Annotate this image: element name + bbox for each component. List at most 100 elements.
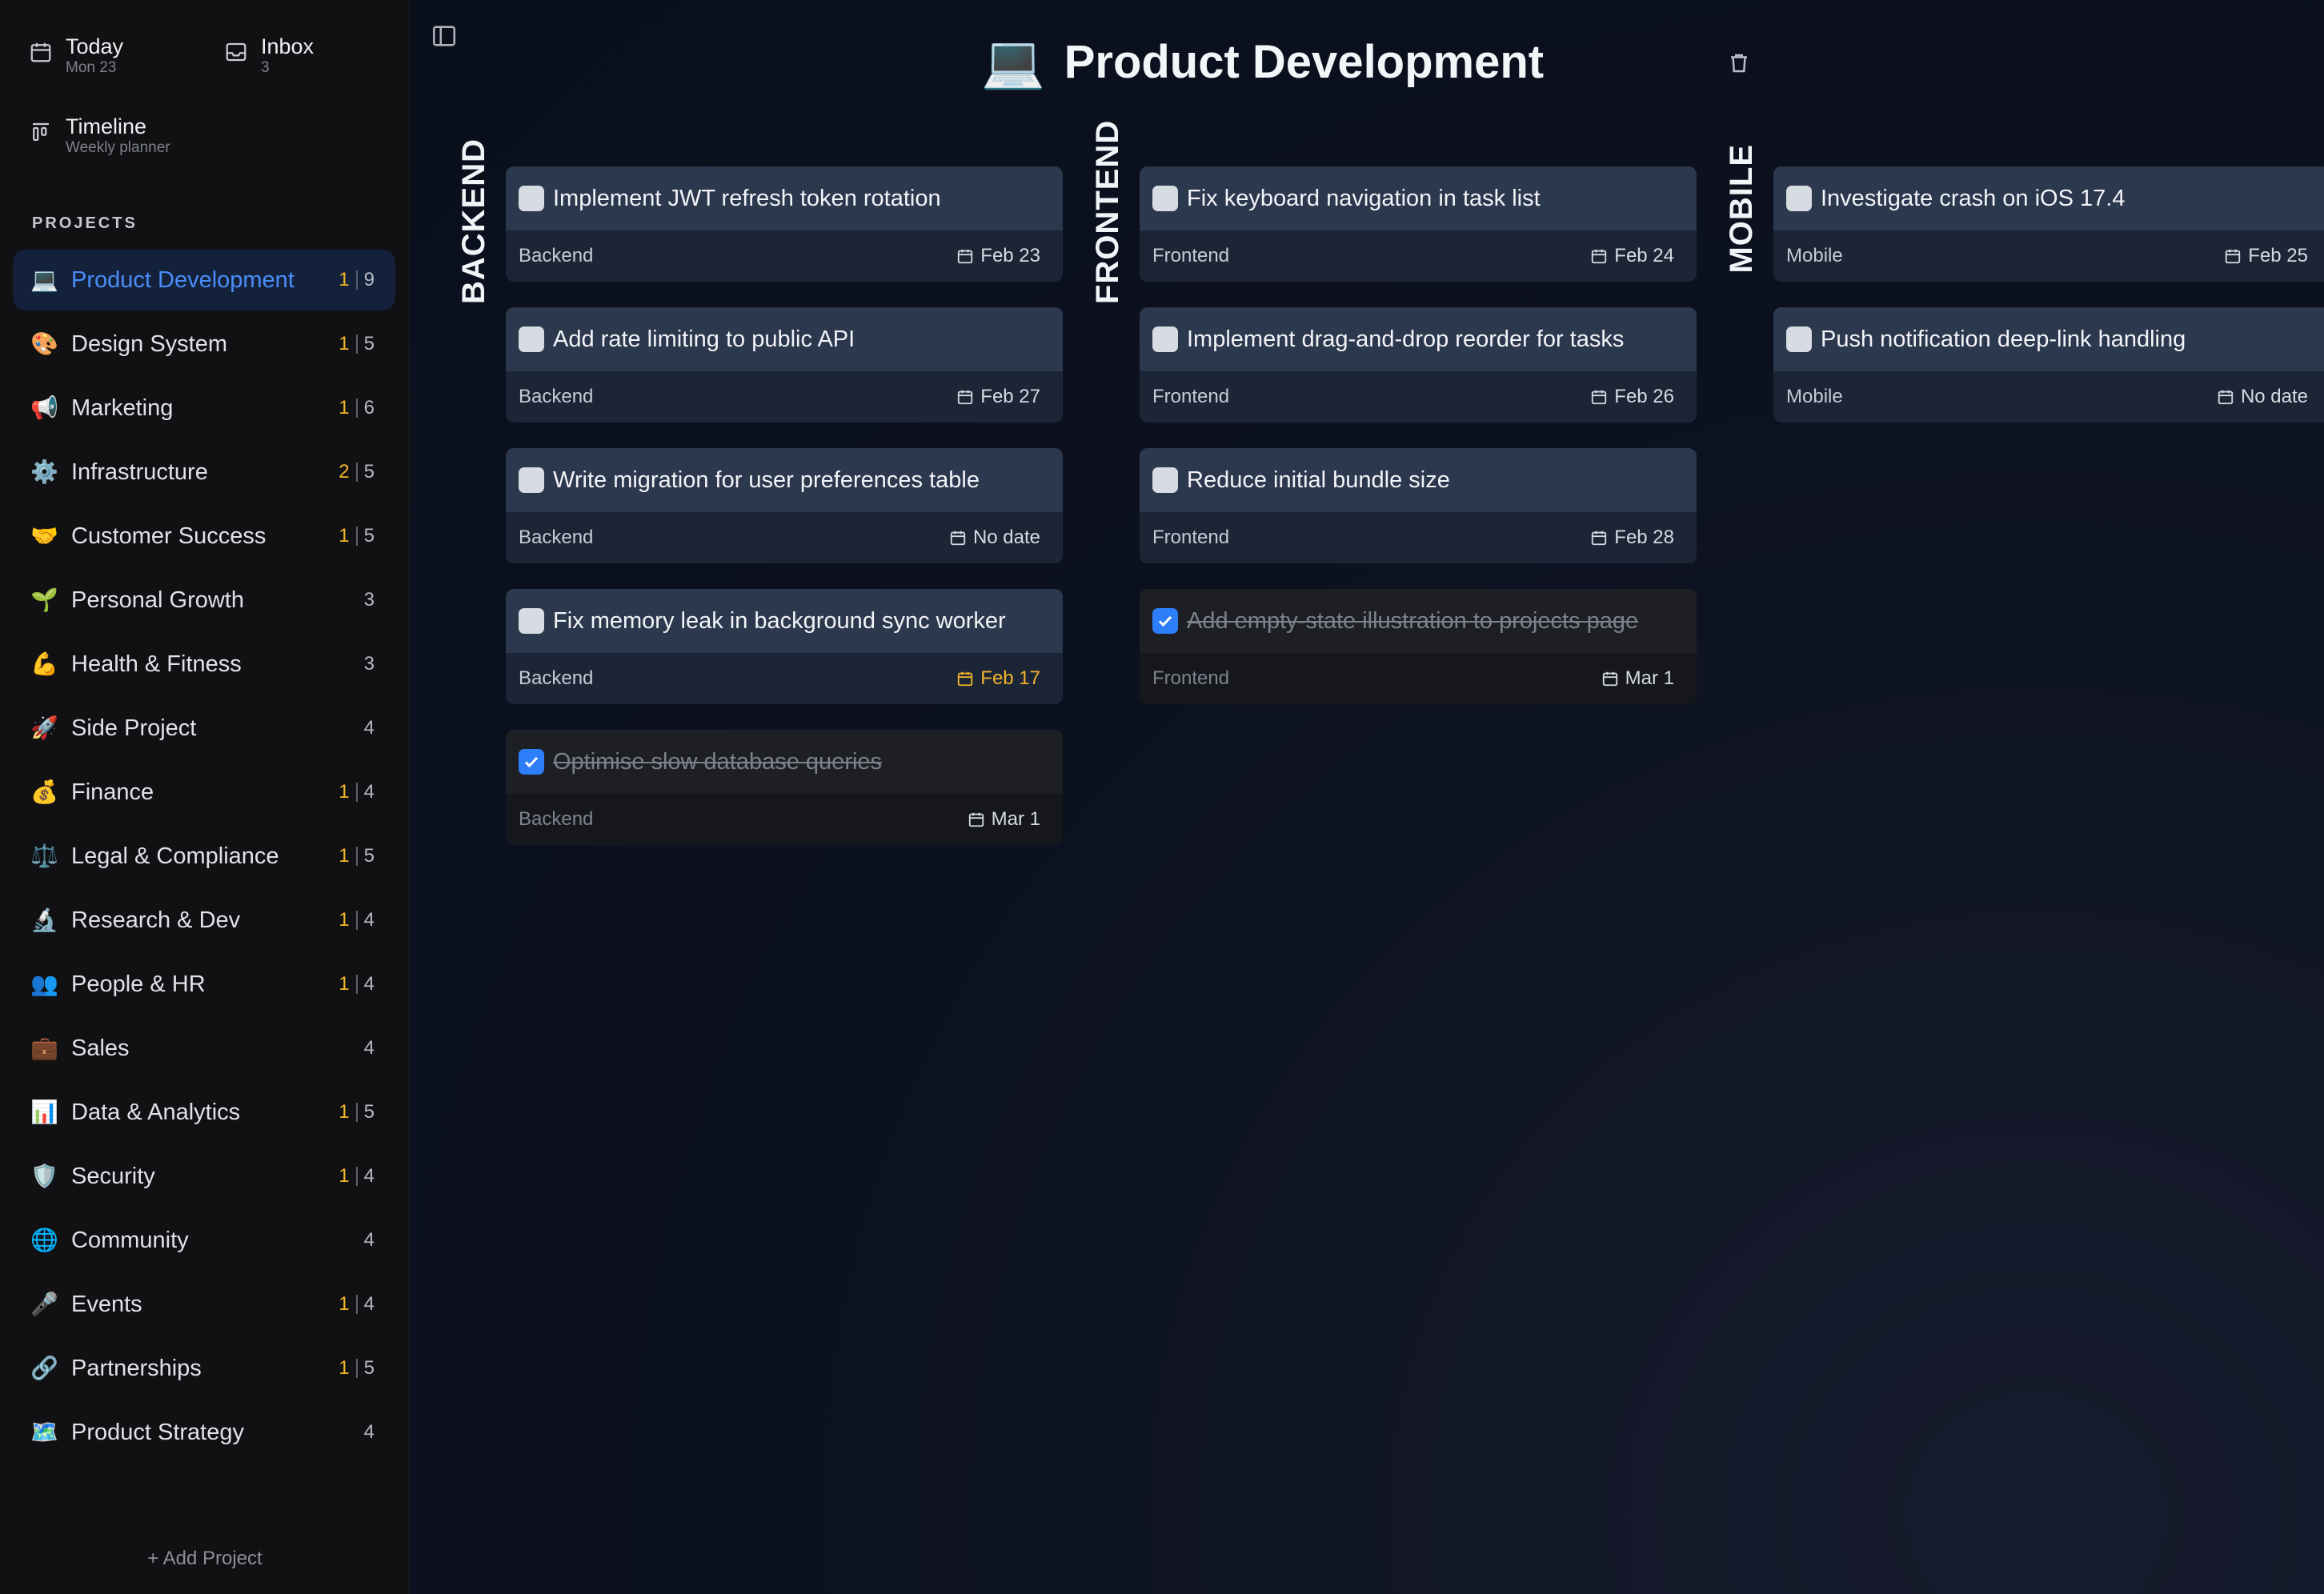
project-counts: 4 [364, 1037, 375, 1059]
count-separator [355, 1167, 358, 1186]
project-emoji-icon: 🌱 [30, 587, 58, 613]
task-card[interactable]: Investigate crash on iOS 17.4 Mobile Feb 2… [1773, 166, 2324, 282]
due-date-text: Feb 26 [1614, 386, 1674, 407]
card-list: Investigate crash on iOS 17.4 Mobile Feb 2… [1773, 166, 2324, 448]
task-checkbox[interactable] [519, 467, 544, 493]
calendar-icon [1592, 390, 1607, 405]
count-separator [355, 270, 358, 290]
sidebar-project-item[interactable]: 🗺️ Product Strategy 4 [13, 1402, 395, 1463]
task-due-date[interactable]: Feb 25 [2224, 245, 2308, 267]
sidebar-project-item[interactable]: 🚀 Side Project 4 [13, 698, 395, 759]
project-emoji-icon: 🎤 [30, 1291, 58, 1317]
project-counts: 25 [339, 461, 375, 483]
sidebar-project-item[interactable]: 🔗 Partnerships 1 5 [13, 1338, 395, 1399]
add-project-button[interactable]: + Add Project [0, 1548, 410, 1570]
task-checkbox[interactable] [1152, 467, 1178, 493]
column-title: BACKEND [456, 138, 491, 304]
task-checkbox[interactable] [1786, 326, 1812, 352]
sidebar-project-item[interactable]: 🤝 Customer Success 1 5 [13, 506, 395, 567]
project-counts: 4 [364, 1229, 375, 1252]
sidebar-project-item[interactable]: 📊 Data & Analytics 1 5 [13, 1082, 395, 1143]
task-checkbox[interactable] [1152, 326, 1178, 352]
calendar-icon [958, 671, 973, 687]
sidebar-project-item[interactable]: 💰 Finance 1 4 [13, 762, 395, 823]
task-card[interactable]: Optimise slow database queries Backend Mar… [506, 730, 1063, 845]
task-due-date[interactable]: Feb 23 [956, 245, 1040, 267]
task-tag: Backend [519, 808, 594, 830]
total-count: 5 [363, 845, 375, 867]
task-card[interactable]: Fix keyboard navigation in task list Fron… [1140, 166, 1697, 282]
overdue-count: 1 [339, 909, 350, 931]
sidebar-project-item[interactable]: ⚙️ Infrastructure 2 5 [13, 442, 395, 503]
project-name: Health & Fitness [71, 651, 242, 677]
task-checkbox[interactable] [519, 326, 544, 352]
nav-inbox-count: 3 [261, 59, 270, 76]
total-count: 4 [363, 1165, 375, 1187]
task-due-date[interactable]: No date [949, 527, 1040, 549]
task-checkbox[interactable] [519, 608, 544, 634]
sidebar-project-item[interactable]: 🌐 Community 4 [13, 1210, 395, 1271]
task-tag: Backend [519, 667, 594, 689]
task-card[interactable]: Write migration for user preferences tab… [506, 448, 1063, 563]
sidebar-project-item[interactable]: 🛡️ Security 1 4 [13, 1146, 395, 1207]
overdue-count: 1 [339, 397, 350, 419]
task-due-date[interactable]: Feb 26 [1590, 386, 1674, 408]
task-card[interactable]: Add rate limiting to public API Backend Fe… [506, 307, 1063, 423]
sidebar-project-item[interactable]: 🎨 Design System 1 5 [13, 314, 395, 374]
project-emoji-icon: 💪 [30, 651, 58, 677]
trash-icon[interactable] [1727, 50, 1751, 77]
task-checkbox[interactable] [1152, 186, 1178, 211]
main-board: 💻 Product Development BACKEND Implement J… [410, 0, 2324, 1594]
task-checkbox[interactable] [519, 749, 544, 775]
task-card[interactable]: Push notification deep-link handling Mobi… [1773, 307, 2324, 423]
task-due-date[interactable]: Feb 28 [1590, 527, 1674, 549]
task-card[interactable]: Add empty-state illustration to projects… [1140, 589, 1697, 704]
task-due-date[interactable]: Feb 17 [956, 667, 1040, 690]
task-due-date[interactable]: Mar 1 [968, 808, 1040, 831]
task-title: Add empty-state illustration to projects… [1187, 607, 1639, 634]
sidebar-project-item[interactable]: 🌱 Personal Growth 3 [13, 570, 395, 631]
total-count: 3 [363, 589, 375, 611]
task-title: Implement JWT refresh token rotation [553, 185, 941, 211]
overdue-count: 2 [339, 461, 350, 483]
task-card[interactable]: Reduce initial bundle size Frontend Feb 28 [1140, 448, 1697, 563]
sidebar-project-item[interactable]: 🎤 Events 1 4 [13, 1274, 395, 1335]
nav-today[interactable]: Today Mon 23 [29, 34, 123, 77]
task-checkbox[interactable] [1152, 608, 1178, 634]
task-due-date[interactable]: Mar 1 [1601, 667, 1674, 690]
task-due-date[interactable]: Feb 24 [1590, 245, 1674, 267]
sidebar-project-item[interactable]: 💻 Product Development 1 9 [13, 250, 395, 310]
nav-today-label: Today [66, 34, 124, 58]
nav-timeline[interactable]: Timeline Weekly planner [29, 114, 170, 157]
count-separator [355, 783, 358, 802]
task-checkbox[interactable] [1786, 186, 1812, 211]
sidebar-project-item[interactable]: 👥 People & HR 1 4 [13, 954, 395, 1015]
project-name: Sales [71, 1035, 130, 1061]
task-card[interactable]: Implement drag-and-drop reorder for task… [1140, 307, 1697, 423]
sidebar-project-item[interactable]: 📢 Marketing 1 6 [13, 378, 395, 439]
sidebar-project-item[interactable]: 💼 Sales 4 [13, 1018, 395, 1079]
task-card[interactable]: Fix memory leak in background sync worke… [506, 589, 1063, 704]
task-tag: Backend [519, 527, 594, 548]
project-emoji-icon: ⚖️ [30, 843, 58, 869]
project-emoji-icon: 👥 [30, 971, 58, 997]
project-emoji-icon: 🗺️ [30, 1419, 58, 1445]
task-checkbox[interactable] [519, 186, 544, 211]
sidebar-project-item[interactable]: 🔬 Research & Dev 1 4 [13, 890, 395, 951]
task-due-date[interactable]: Feb 27 [956, 386, 1040, 408]
project-emoji-icon: 🌐 [30, 1227, 58, 1253]
sidebar: Today Mon 23 Inbox 3 Timeline Weekly pla… [0, 0, 410, 1594]
project-name: Product Development [71, 266, 295, 293]
sidebar-toggle-icon[interactable] [431, 22, 458, 50]
task-tag: Frontend [1152, 527, 1230, 548]
task-tag: Backend [519, 245, 594, 266]
nav-inbox[interactable]: Inbox 3 [224, 34, 314, 77]
sidebar-project-item[interactable]: ⚖️ Legal & Compliance 1 5 [13, 826, 395, 887]
task-due-date[interactable]: No date [2217, 386, 2308, 408]
project-counts: 14 [339, 781, 375, 803]
count-separator [355, 975, 358, 994]
task-tag: Mobile [1786, 386, 1843, 407]
task-card[interactable]: Implement JWT refresh token rotation Back… [506, 166, 1063, 282]
sidebar-project-item[interactable]: 💪 Health & Fitness 3 [13, 634, 395, 695]
total-count: 5 [363, 525, 375, 547]
